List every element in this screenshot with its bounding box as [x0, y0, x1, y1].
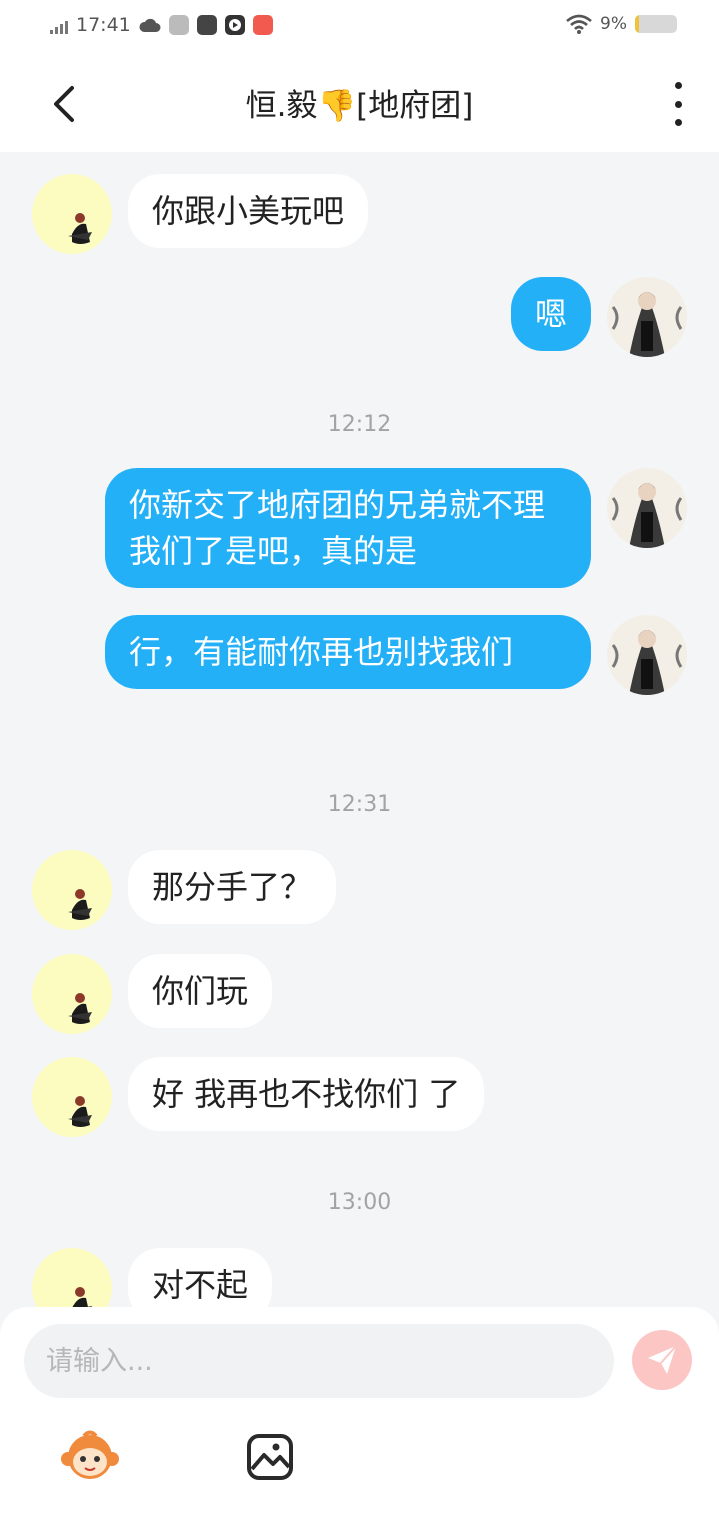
message-bubble[interactable]: 你新交了地府团的兄弟就不理我们了是吧，真的是 — [105, 468, 591, 588]
message-bubble[interactable]: 那分手了？ — [128, 850, 337, 924]
status-left: 17:41 — [50, 14, 273, 36]
wifi-icon — [566, 14, 592, 34]
image-button[interactable] — [240, 1427, 300, 1487]
status-right: 9% — [566, 14, 677, 34]
app-notification-icon — [168, 15, 189, 35]
timestamp: 13:00 — [327, 1190, 392, 1215]
play-icon — [224, 15, 245, 35]
more-dot — [674, 100, 682, 108]
image-icon — [247, 1434, 293, 1480]
contact-avatar[interactable] — [32, 954, 112, 1034]
contact-avatar[interactable] — [32, 174, 112, 254]
message-bubble[interactable]: 对不起 — [128, 1248, 273, 1307]
send-button[interactable] — [632, 1330, 692, 1390]
message-list[interactable]: 你跟小美玩吧 嗯 12:12 你新交了地府团的兄弟就不理我们了是吧，真的是 行，… — [0, 152, 719, 1307]
more-dot — [674, 119, 682, 126]
status-time: 17:41 — [76, 14, 131, 36]
emoji-button[interactable] — [60, 1427, 120, 1487]
send-icon — [648, 1345, 677, 1374]
battery-level — [635, 15, 639, 33]
user-avatar[interactable] — [607, 615, 687, 695]
timestamp: 12:31 — [327, 792, 392, 817]
cloud-icon — [139, 18, 161, 32]
contact-avatar[interactable] — [32, 850, 112, 930]
chat-header: 恒.毅👎[地府团] — [0, 56, 719, 152]
status-bar: 17:41 9% — [0, 0, 719, 56]
message-bubble[interactable]: 好 我再也不找你们 了 — [128, 1057, 485, 1131]
user-avatar[interactable] — [607, 277, 687, 357]
more-vertical-icon — [674, 82, 682, 89]
message-bubble[interactable]: 你跟小美玩吧 — [128, 174, 369, 248]
battery-percent: 9% — [600, 14, 627, 34]
contact-avatar[interactable] — [32, 1248, 112, 1307]
app-notification-icon — [196, 15, 217, 35]
signal-icon — [50, 16, 68, 34]
user-avatar[interactable] — [607, 468, 687, 548]
message-bubble[interactable]: 嗯 — [510, 277, 591, 351]
message-bubble[interactable]: 你们玩 — [128, 954, 273, 1028]
emoji-monkey-icon — [61, 1430, 119, 1479]
contact-avatar[interactable] — [32, 1057, 112, 1137]
timestamp: 12:12 — [327, 412, 392, 437]
app-notification-icon — [252, 15, 273, 35]
battery-icon — [635, 15, 677, 33]
message-bubble[interactable]: 行，有能耐你再也别找我们 — [105, 615, 591, 689]
input-bar — [0, 1307, 719, 1515]
chat-title: 恒.毅👎[地府团] — [245, 88, 474, 124]
more-options-button[interactable] — [663, 82, 693, 126]
message-input[interactable] — [24, 1324, 614, 1398]
